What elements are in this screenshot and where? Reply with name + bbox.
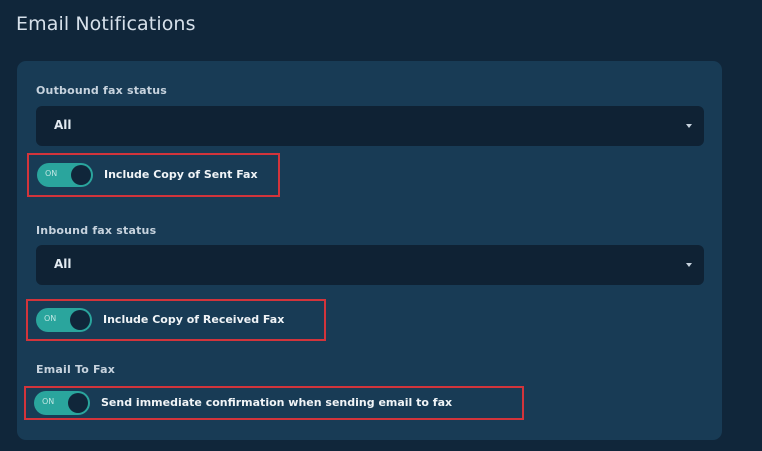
inbound-fax-status-select[interactable]: All — [36, 245, 704, 285]
chevron-down-icon — [686, 124, 692, 128]
send-immediate-confirmation-label: Send immediate confirmation when sending… — [101, 396, 453, 409]
email-notifications-window: Email Notifications Outbound fax status … — [0, 0, 762, 451]
switch-state-label: ON — [45, 169, 58, 178]
include-copy-sent-fax-toggle-row[interactable]: ON Include Copy of Sent Fax — [27, 153, 280, 197]
include-copy-received-fax-switch[interactable]: ON — [36, 308, 92, 332]
toggle-knob-icon — [71, 165, 91, 185]
outbound-fax-status-value: All — [54, 118, 72, 132]
inbound-fax-status-label: Inbound fax status — [36, 224, 157, 237]
switch-state-label: ON — [44, 314, 57, 323]
include-copy-sent-fax-label: Include Copy of Sent Fax — [104, 168, 258, 181]
page-title: Email Notifications — [16, 13, 196, 35]
outbound-fax-status-label: Outbound fax status — [36, 84, 168, 97]
toggle-knob-icon — [68, 393, 88, 413]
include-copy-received-fax-toggle-row[interactable]: ON Include Copy of Received Fax — [26, 299, 326, 341]
switch-state-label: ON — [42, 397, 55, 406]
send-immediate-confirmation-toggle-row[interactable]: ON Send immediate confirmation when send… — [24, 386, 524, 420]
notifications-panel: Outbound fax status All ON Include Copy … — [17, 61, 722, 440]
email-to-fax-label: Email To Fax — [36, 363, 115, 376]
outbound-fax-status-select[interactable]: All — [36, 106, 704, 146]
send-immediate-confirmation-switch[interactable]: ON — [34, 391, 90, 415]
include-copy-sent-fax-switch[interactable]: ON — [37, 163, 93, 187]
include-copy-received-fax-label: Include Copy of Received Fax — [103, 313, 285, 326]
inbound-fax-status-value: All — [54, 257, 72, 271]
toggle-knob-icon — [70, 310, 90, 330]
chevron-down-icon — [686, 263, 692, 267]
